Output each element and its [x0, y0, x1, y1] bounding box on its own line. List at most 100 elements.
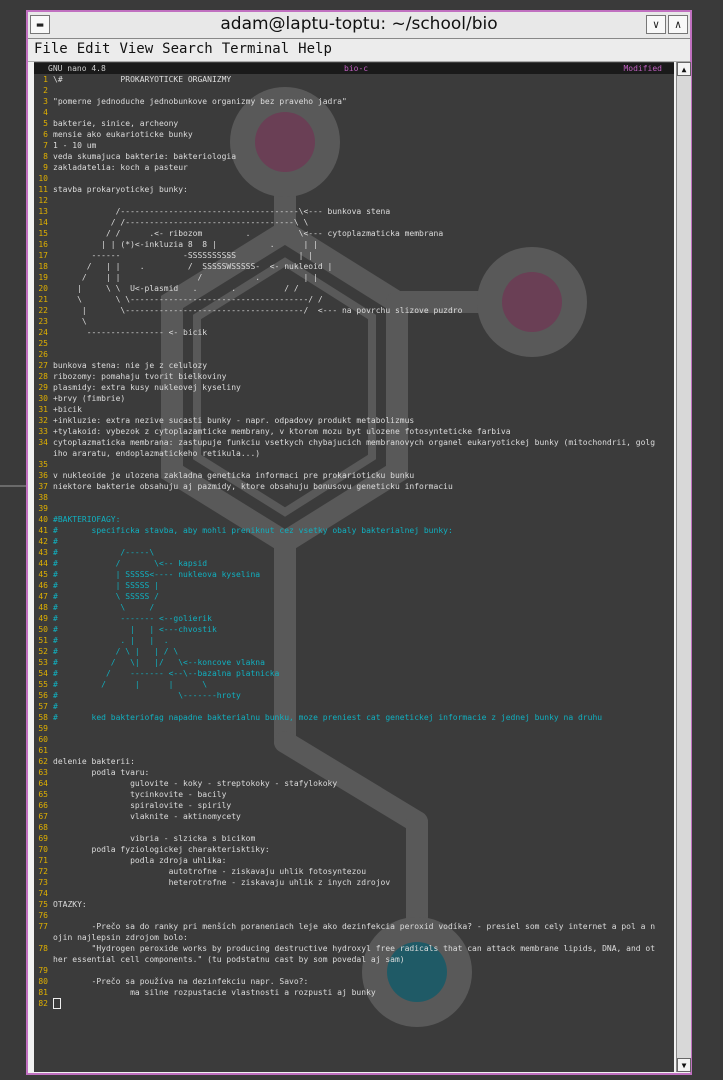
- editor-line[interactable]: 61: [34, 745, 674, 756]
- editor-line[interactable]: 74: [34, 888, 674, 899]
- menu-edit[interactable]: Edit: [77, 39, 111, 57]
- editor-line[interactable]: 78 "Hydrogen peroxide works by producing…: [34, 943, 674, 954]
- editor-line[interactable]: 46 # | SSSSS |: [34, 580, 674, 591]
- chevron-up-icon[interactable]: ∧: [668, 15, 688, 34]
- editor-line[interactable]: 32 +inkluzie: extra nezive sucasti bunky …: [34, 415, 674, 426]
- editor-line[interactable]: 68: [34, 822, 674, 833]
- editor-line[interactable]: 48 # \ /: [34, 602, 674, 613]
- editor-line[interactable]: 14 / /----------------------------------…: [34, 217, 674, 228]
- editor-line[interactable]: 31 +bicik: [34, 404, 674, 415]
- menu-file[interactable]: File: [34, 39, 68, 57]
- editor-line[interactable]: 2: [34, 85, 674, 96]
- editor-line[interactable]: 3 "pomerne jednoduche jednobunkove organi…: [34, 96, 674, 107]
- editor-line[interactable]: 19 / | | / . | |: [34, 272, 674, 283]
- editor-line[interactable]: 82: [34, 998, 674, 1009]
- editor-line[interactable]: 1 \# PROKARYOTICKE ORGANIZMY: [34, 74, 674, 85]
- menu-search[interactable]: Search: [162, 39, 213, 57]
- editor-line[interactable]: 22 | \----------------------------------…: [34, 305, 674, 316]
- editor-line[interactable]: 11 stavba prokaryotickej bunky:: [34, 184, 674, 195]
- editor-line[interactable]: 13 /------------------------------------…: [34, 206, 674, 217]
- editor-line[interactable]: 43 # /-----\: [34, 547, 674, 558]
- editor-line[interactable]: 59: [34, 723, 674, 734]
- editor-line[interactable]: 70 podla fyziologickej charakterisktiky:: [34, 844, 674, 855]
- chevron-down-icon[interactable]: ∨: [646, 15, 666, 34]
- menu-help[interactable]: Help: [298, 39, 332, 57]
- editor-line[interactable]: 69 vibria - slzicka s bicikom: [34, 833, 674, 844]
- editor-content[interactable]: 1 \# PROKARYOTICKE ORGANIZMY 2 3 "pomerne je…: [34, 74, 674, 1009]
- arrow-down-icon[interactable]: ▼: [677, 1058, 691, 1072]
- editor-line[interactable]: 35: [34, 459, 674, 470]
- editor-line[interactable]: 39: [34, 503, 674, 514]
- editor-line[interactable]: 52 # / \ | | / \: [34, 646, 674, 657]
- editor-line[interactable]: 65 tycinkovite - bacily: [34, 789, 674, 800]
- editor-line[interactable]: 60: [34, 734, 674, 745]
- editor-line[interactable]: 6 mensie ako eukarioticke bunky: [34, 129, 674, 140]
- editor-line[interactable]: 47 # \ SSSSS /: [34, 591, 674, 602]
- editor-line[interactable]: 20 | \ \ U<-plasmid . . / /: [34, 283, 674, 294]
- editor-line[interactable]: 23 \: [34, 316, 674, 327]
- editor-line[interactable]: 33 +tylakoid: vybezok z cytoplazamticke m…: [34, 426, 674, 437]
- editor-line[interactable]: 37 niektore bakterie obsahuju aj pazmidy,…: [34, 481, 674, 492]
- editor-line[interactable]: 29 plasmidy: extra kusy nukleovej kyselin…: [34, 382, 674, 393]
- editor-line[interactable]: 49 # ------- <--golierik: [34, 613, 674, 624]
- editor-line[interactable]: 41 # specificka stavba, aby mohli prenikn…: [34, 525, 674, 536]
- editor-line[interactable]: 64 gulovite - koky - streptokoky - stafy…: [34, 778, 674, 789]
- editor-line[interactable]: 63 podla tvaru:: [34, 767, 674, 778]
- editor-line[interactable]: 9 zakladatelia: koch a pasteur: [34, 162, 674, 173]
- editor-line[interactable]: 4: [34, 107, 674, 118]
- editor-line[interactable]: iho araratu, endoplazmatickeho retikula.…: [34, 448, 674, 459]
- editor-line[interactable]: 67 vlaknite - aktinomycety: [34, 811, 674, 822]
- editor-line[interactable]: 21 \ \ \--------------------------------…: [34, 294, 674, 305]
- editor-line[interactable]: 55 # / | | \: [34, 679, 674, 690]
- editor-line[interactable]: 16 | | (*)<-inkluzia 8 8 | . | |: [34, 239, 674, 250]
- editor-line[interactable]: 79: [34, 965, 674, 976]
- editor-line[interactable]: 5 bakterie, sinice, archeony: [34, 118, 674, 129]
- editor-line[interactable]: 66 spiralovite - spirily: [34, 800, 674, 811]
- editor-line[interactable]: 18 / | | . / SSSSSWSSSSS- <- nukleoid |: [34, 261, 674, 272]
- editor-line[interactable]: 25: [34, 338, 674, 349]
- editor-line[interactable]: her essential cell components." (tu pods…: [34, 954, 674, 965]
- terminal-area[interactable]: GNU nano 4.8 bio-c Modified 1 \# PROKARYO…: [34, 62, 674, 1072]
- editor-line[interactable]: 24 ---------------- <- bicik: [34, 327, 674, 338]
- editor-line[interactable]: 76: [34, 910, 674, 921]
- editor-line[interactable]: 28 ribozomy: pomahaju tvorit bielkoviny: [34, 371, 674, 382]
- title-bar[interactable]: adam@laptu-toptu: ~/school/bio ▬ ∨ ∧: [28, 12, 690, 39]
- menu-terminal[interactable]: Terminal: [222, 39, 289, 57]
- editor-line[interactable]: 58 # ked bakteriofag napadne bakterialnu …: [34, 712, 674, 723]
- editor-line[interactable]: 42 #: [34, 536, 674, 547]
- editor-line[interactable]: 50 # | | <---chvostik: [34, 624, 674, 635]
- editor-line[interactable]: 54 # / ------- <--\--bazalna platnicka: [34, 668, 674, 679]
- editor-line[interactable]: 10: [34, 173, 674, 184]
- arrow-up-icon[interactable]: ▲: [677, 62, 691, 76]
- editor-line[interactable]: 53 # / \| |/ \<--koncove vlakna: [34, 657, 674, 668]
- editor-line[interactable]: 12: [34, 195, 674, 206]
- editor-line[interactable]: ojin najlepsin zdrojom bolo:: [34, 932, 674, 943]
- editor-line[interactable]: 27 bunkova stena: nie je z celulozy: [34, 360, 674, 371]
- editor-line[interactable]: 57 #: [34, 701, 674, 712]
- editor-line[interactable]: 51 # . | | .: [34, 635, 674, 646]
- editor-line[interactable]: 45 # | SSSSS<---- nukleova kyselina: [34, 569, 674, 580]
- editor-line[interactable]: 80 -Prečo sa používa na dezinfekciu napr…: [34, 976, 674, 987]
- editor-line[interactable]: 17 ------ -SSSSSSSSSS | |: [34, 250, 674, 261]
- editor-line[interactable]: 26: [34, 349, 674, 360]
- editor-line[interactable]: 8 veda skumajuca bakterie: bakteriologia: [34, 151, 674, 162]
- editor-line[interactable]: 44 # / \<-- kapsid: [34, 558, 674, 569]
- editor-line[interactable]: 73 heterotrofne - ziskavaju uhlik z inyc…: [34, 877, 674, 888]
- editor-line[interactable]: 36 v nukleoide je ulozena zakladna geneti…: [34, 470, 674, 481]
- editor-line[interactable]: 72 autotrofne - ziskavaju uhlik fotosynt…: [34, 866, 674, 877]
- editor-line[interactable]: 81 ma silne rozpustacie vlastnosti a roz…: [34, 987, 674, 998]
- editor-line[interactable]: 34 cytoplazmaticka membrana: zastupuje fu…: [34, 437, 674, 448]
- editor-line[interactable]: 30 +brvy (fimbrie): [34, 393, 674, 404]
- editor-line[interactable]: 40 #BAKTERIOFAGY:: [34, 514, 674, 525]
- editor-line[interactable]: 15 / / .<- ribozom . \<--- cytoplazmatic…: [34, 228, 674, 239]
- editor-line[interactable]: 77 -Prečo sa do ranky pri menších porane…: [34, 921, 674, 932]
- editor-line[interactable]: 75 OTAZKY:: [34, 899, 674, 910]
- editor-line[interactable]: 38: [34, 492, 674, 503]
- editor-line[interactable]: 7 1 - 10 um: [34, 140, 674, 151]
- window-menu-icon[interactable]: ▬: [30, 15, 50, 34]
- scrollbar[interactable]: ▲ ▼: [676, 62, 691, 1072]
- editor-line[interactable]: 71 podla zdroja uhlika:: [34, 855, 674, 866]
- menu-view[interactable]: View: [119, 39, 153, 57]
- editor-line[interactable]: 62 delenie bakterii:: [34, 756, 674, 767]
- editor-line[interactable]: 56 # \-------hroty: [34, 690, 674, 701]
